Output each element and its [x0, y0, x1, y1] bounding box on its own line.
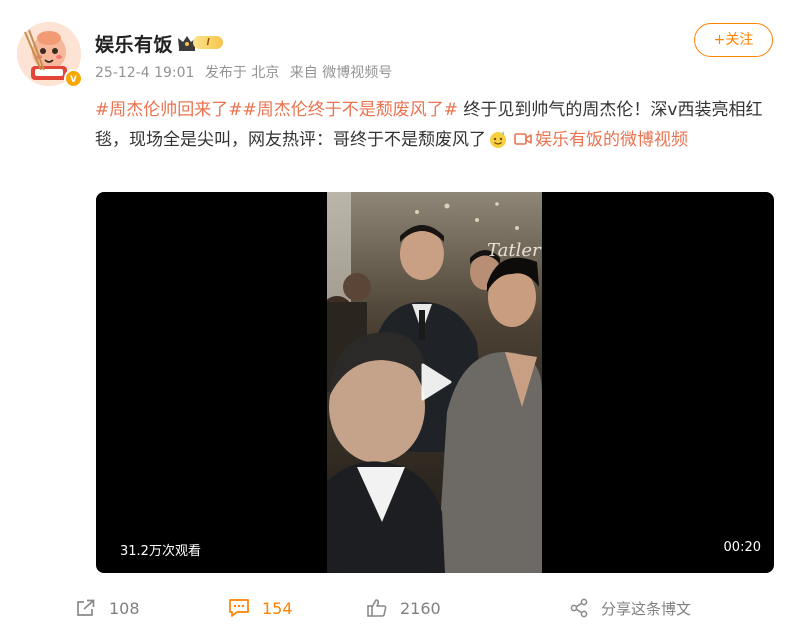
topic-link[interactable]: #周杰伦帅回来了# [95, 100, 243, 120]
vip-level: I [193, 36, 223, 49]
share-icon [570, 598, 588, 618]
verified-badge-icon: v [64, 69, 83, 88]
weibo-post-card: v 娱乐有饭 I 25-12-4 19:01 发布于 北京 来自 微博视频号 +… [0, 0, 794, 637]
post-text: #周杰伦帅回来了##周杰伦终于不是颓废风了# 终于见到帅气的周杰伦！深v西装亮相… [95, 95, 775, 155]
topic-link[interactable]: #周杰伦终于不是颓废风了# [243, 100, 459, 120]
post-location: 发布于 北京 [204, 65, 280, 81]
like-button[interactable]: 2160 [366, 590, 441, 626]
comment-count: 154 [262, 598, 293, 618]
view-count: 31.2万次观看 [120, 544, 201, 559]
username[interactable]: 娱乐有饭 [95, 30, 173, 57]
action-bar: 108 154 2160 分享这条博文 [0, 590, 794, 630]
vip-badge[interactable]: I [177, 34, 223, 51]
avatar[interactable]: v [17, 22, 83, 88]
post-meta: 25-12-4 19:01 发布于 北京 来自 微博视频号 [95, 62, 398, 82]
video-player[interactable]: Tatler 31.2万次观看 00:20 [96, 192, 774, 573]
repost-icon [77, 599, 95, 616]
play-icon[interactable] [414, 362, 454, 402]
post-source[interactable]: 来自 微博视频号 [290, 65, 392, 81]
sweat-smile-emoji-icon [490, 131, 506, 148]
video-watermark: Tatler [487, 240, 541, 261]
share-label: 分享这条博文 [601, 599, 692, 618]
comment-icon [229, 599, 249, 617]
follow-button[interactable]: +关注 [694, 23, 773, 57]
comment-button[interactable]: 154 [228, 590, 293, 626]
video-link-icon [514, 133, 532, 145]
video-source-link[interactable]: 娱乐有饭的微博视频 [535, 130, 688, 150]
video-duration: 00:20 [723, 540, 761, 555]
post-time[interactable]: 25-12-4 19:01 [95, 65, 194, 81]
like-count: 2160 [400, 598, 441, 618]
repost-count: 108 [109, 598, 140, 618]
share-button[interactable]: 分享这条博文 [569, 590, 691, 626]
repost-button[interactable]: 108 [75, 590, 140, 626]
thumbs-up-icon [367, 599, 387, 617]
